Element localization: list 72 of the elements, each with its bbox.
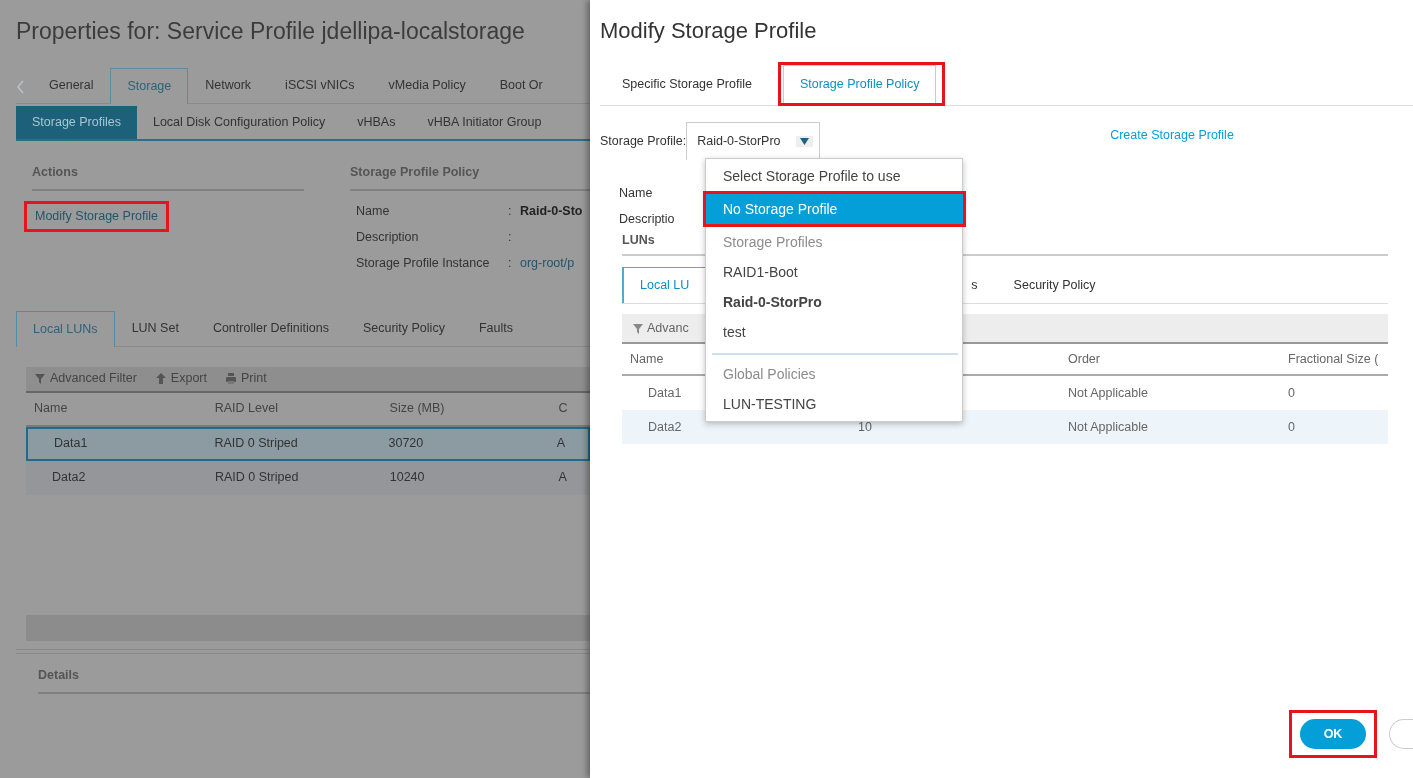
toolbar-button[interactable]: Advanced Filter — [34, 369, 137, 389]
tab[interactable]: Security Policy — [996, 267, 1113, 303]
field-separator: : — [508, 203, 513, 221]
table-cell-text: 0 — [1287, 418, 1296, 436]
toolbar-button[interactable]: Advanc — [632, 318, 689, 338]
subtab[interactable]: vHBA Initiator Group — [411, 106, 558, 139]
tab[interactable]: General — [32, 67, 111, 103]
section-heading: Actions — [32, 163, 304, 191]
caret-down-icon — [800, 137, 810, 145]
toolbar-button[interactable]: Export — [154, 369, 207, 389]
menu-item[interactable]: LUN-TESTING — [706, 389, 962, 419]
tab[interactable]: iSCSI vNICs — [268, 67, 372, 103]
column-header: Name — [33, 400, 69, 418]
ok-button[interactable]: OK — [1300, 719, 1366, 749]
field-label: Storage Profile: — [600, 132, 687, 150]
tab[interactable]: Network — [188, 67, 269, 103]
menu-item[interactable]: test — [706, 317, 962, 347]
tab[interactable]: Storage — [110, 68, 189, 104]
field-label: Descriptio — [619, 210, 675, 228]
group-label: Global Policies — [722, 364, 817, 384]
table-cell-text: 0 — [1287, 384, 1296, 402]
field-link[interactable]: org-root/p — [520, 254, 575, 274]
field-label: Name — [356, 203, 391, 221]
dialog-title: Modify Storage Profile — [600, 17, 818, 45]
printer-icon — [225, 372, 237, 386]
menu-prompt[interactable]: Select Storage Profile to use — [706, 161, 962, 191]
arrow-up-icon — [154, 372, 167, 386]
filter-icon — [34, 372, 46, 386]
subtab[interactable]: Storage Profiles — [16, 106, 137, 139]
tab[interactable]: Boot Or — [482, 67, 560, 103]
subtab[interactable]: Local Disk Configuration Policy — [136, 106, 342, 139]
tab[interactable]: Controller Definitions — [195, 310, 346, 346]
window-title: Properties for: Service Profile jdellipa-localstorage — [16, 17, 526, 46]
table-cell-text: Data1 — [647, 384, 683, 402]
column-header: C — [557, 400, 569, 418]
filter-icon — [632, 321, 644, 335]
menu-item[interactable]: No Storage Profile — [706, 194, 963, 224]
tab[interactable]: vMedia Policy — [371, 67, 483, 103]
column-header: Fractional Size ( — [1287, 350, 1380, 368]
field-value: Raid-0-Sto — [520, 203, 583, 221]
section-heading: Details — [38, 665, 590, 694]
chevron-left-icon — [16, 80, 26, 94]
table-cell-text: 10 — [857, 418, 873, 436]
profile-select[interactable]: Raid-0-StorPro — [686, 122, 821, 160]
column-header: Order — [1067, 350, 1101, 368]
field-separator: : — [508, 255, 513, 273]
column-header: Size (MB) — [388, 400, 446, 418]
table-row[interactable]: Data2 RAID 0 Striped 10240 A — [26, 460, 590, 495]
tab[interactable]: Specific Storage Profile — [605, 65, 769, 103]
tab[interactable]: Faults — [461, 310, 530, 346]
field-label: Name — [619, 184, 653, 202]
menu-item[interactable]: RAID1-Boot — [706, 257, 962, 287]
toolbar-button[interactable]: Print — [225, 369, 267, 389]
tab[interactable]: Local LUNs — [16, 311, 115, 347]
table-cell-text: Data2 — [647, 418, 683, 436]
column-header: RAID Level — [213, 400, 279, 418]
table-row[interactable]: Data1 RAID 0 Striped 30720 A — [26, 426, 590, 461]
group-label: Storage Profiles — [722, 232, 824, 252]
modify-link[interactable]: Modify Storage Profile — [35, 206, 158, 226]
tab[interactable]: Storage Profile Policy — [782, 65, 937, 103]
table-cell-text: Not Applicable — [1067, 384, 1149, 402]
field-label: Description — [356, 229, 420, 247]
menu-item[interactable]: Raid-0-StorPro — [706, 287, 962, 317]
field-label: Storage Profile Instance — [356, 255, 491, 273]
tab[interactable]: Security Policy — [345, 310, 462, 346]
create-link[interactable]: Create Storage Profile — [1110, 125, 1234, 145]
table-cell-text: Not Applicable — [1067, 418, 1149, 436]
tab[interactable]: LUN Set — [114, 310, 196, 346]
column-header: Name — [629, 350, 665, 368]
subtab[interactable]: vHBAs — [341, 106, 412, 139]
field-separator: : — [508, 229, 513, 247]
tab[interactable]: s — [968, 267, 995, 303]
